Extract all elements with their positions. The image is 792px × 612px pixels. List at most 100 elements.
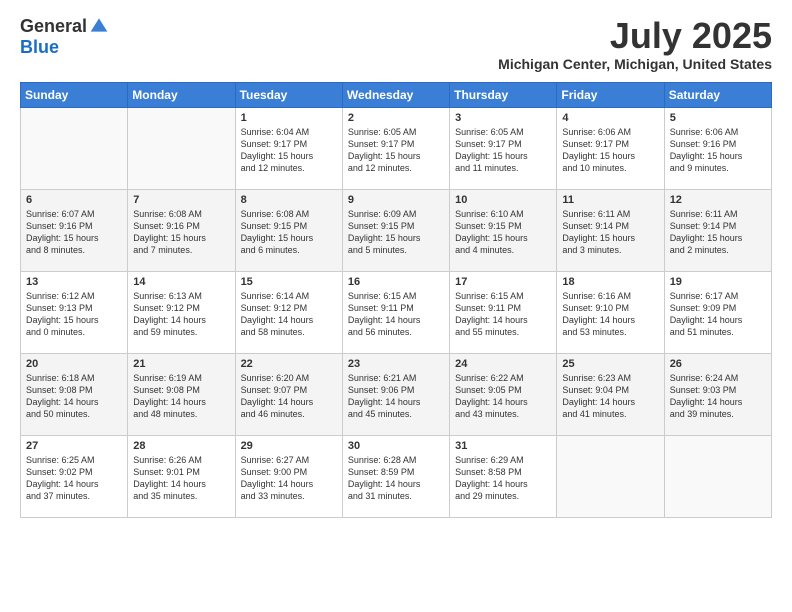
day-number: 12 xyxy=(670,194,766,206)
table-row: 23 Sunrise: 6:21 AM Sunset: 9:06 PM Dayli… xyxy=(342,353,449,435)
day-info: Sunrise: 6:20 AM Sunset: 9:07 PM Dayligh… xyxy=(241,372,337,421)
table-row: 5 Sunrise: 6:06 AM Sunset: 9:16 PM Daylig… xyxy=(664,107,771,189)
day-number: 25 xyxy=(562,358,658,370)
col-tuesday: Tuesday xyxy=(235,82,342,107)
table-row: 7 Sunrise: 6:08 AM Sunset: 9:16 PM Daylig… xyxy=(128,189,235,271)
day-info: Sunrise: 6:06 AM Sunset: 9:17 PM Dayligh… xyxy=(562,126,658,175)
day-info: Sunrise: 6:28 AM Sunset: 8:59 PM Dayligh… xyxy=(348,454,444,503)
table-row: 4 Sunrise: 6:06 AM Sunset: 9:17 PM Daylig… xyxy=(557,107,664,189)
col-friday: Friday xyxy=(557,82,664,107)
table-row: 22 Sunrise: 6:20 AM Sunset: 9:07 PM Dayli… xyxy=(235,353,342,435)
day-number: 16 xyxy=(348,276,444,288)
logo-blue: Blue xyxy=(20,37,59,58)
day-info: Sunrise: 6:25 AM Sunset: 9:02 PM Dayligh… xyxy=(26,454,122,503)
day-number: 27 xyxy=(26,440,122,452)
table-row: 6Sunrise: 6:07 AM Sunset: 9:16 PM Daylig… xyxy=(21,189,128,271)
logo-general: General xyxy=(20,16,87,37)
day-number: 17 xyxy=(455,276,551,288)
day-info: Sunrise: 6:08 AM Sunset: 9:15 PM Dayligh… xyxy=(241,208,337,257)
day-number: 21 xyxy=(133,358,229,370)
day-info: Sunrise: 6:11 AM Sunset: 9:14 PM Dayligh… xyxy=(562,208,658,257)
col-wednesday: Wednesday xyxy=(342,82,449,107)
day-info: Sunrise: 6:19 AM Sunset: 9:08 PM Dayligh… xyxy=(133,372,229,421)
table-row xyxy=(128,107,235,189)
calendar-week-row: 27 Sunrise: 6:25 AM Sunset: 9:02 PM Dayli… xyxy=(21,435,772,517)
table-row xyxy=(21,107,128,189)
day-info: Sunrise: 6:09 AM Sunset: 9:15 PM Dayligh… xyxy=(348,208,444,257)
table-row: 16 Sunrise: 6:15 AM Sunset: 9:11 PM Dayli… xyxy=(342,271,449,353)
day-number: 4 xyxy=(562,112,658,124)
day-info: Sunrise: 6:15 AM Sunset: 9:11 PM Dayligh… xyxy=(348,290,444,339)
day-number: 13 xyxy=(26,276,122,288)
col-thursday: Thursday xyxy=(450,82,557,107)
day-info: Sunrise: 6:27 AM Sunset: 9:00 PM Dayligh… xyxy=(241,454,337,503)
table-row: 13 Sunrise: 6:12 AM Sunset: 9:13 PM Dayli… xyxy=(21,271,128,353)
day-info: Sunrise: 6:18 AM Sunset: 9:08 PM Dayligh… xyxy=(26,372,122,421)
day-number: 5 xyxy=(670,112,766,124)
logo-triangle-icon xyxy=(89,15,109,35)
table-row: 14 Sunrise: 6:13 AM Sunset: 9:12 PM Dayli… xyxy=(128,271,235,353)
day-number: 26 xyxy=(670,358,766,370)
day-number: 24 xyxy=(455,358,551,370)
day-info: Sunrise: 6:13 AM Sunset: 9:12 PM Dayligh… xyxy=(133,290,229,339)
table-row: 10 Sunrise: 6:10 AM Sunset: 9:15 PM Dayli… xyxy=(450,189,557,271)
day-number: 7 xyxy=(133,194,229,206)
table-row: 29 Sunrise: 6:27 AM Sunset: 9:00 PM Dayli… xyxy=(235,435,342,517)
day-number: 22 xyxy=(241,358,337,370)
logo: General Blue xyxy=(20,16,109,58)
day-info: Sunrise: 6:08 AM Sunset: 9:16 PM Dayligh… xyxy=(133,208,229,257)
header: General Blue July 2025 Michigan Center, … xyxy=(20,16,772,72)
calendar-table: Sunday Monday Tuesday Wednesday Thursday… xyxy=(20,82,772,518)
day-number: 10 xyxy=(455,194,551,206)
table-row: 3Sunrise: 6:05 AM Sunset: 9:17 PM Daylig… xyxy=(450,107,557,189)
day-info: Sunrise: 6:23 AM Sunset: 9:04 PM Dayligh… xyxy=(562,372,658,421)
table-row: 8Sunrise: 6:08 AM Sunset: 9:15 PM Daylig… xyxy=(235,189,342,271)
day-number: 23 xyxy=(348,358,444,370)
table-row: 26 Sunrise: 6:24 AM Sunset: 9:03 PM Dayli… xyxy=(664,353,771,435)
table-row xyxy=(664,435,771,517)
page: General Blue July 2025 Michigan Center, … xyxy=(0,0,792,612)
table-row: 11Sunrise: 6:11 AM Sunset: 9:14 PM Dayli… xyxy=(557,189,664,271)
day-number: 1 xyxy=(241,112,337,124)
day-number: 3 xyxy=(455,112,551,124)
day-number: 19 xyxy=(670,276,766,288)
day-info: Sunrise: 6:07 AM Sunset: 9:16 PM Dayligh… xyxy=(26,208,122,257)
table-row: 27 Sunrise: 6:25 AM Sunset: 9:02 PM Dayli… xyxy=(21,435,128,517)
table-row: 31Sunrise: 6:29 AM Sunset: 8:58 PM Dayli… xyxy=(450,435,557,517)
day-number: 30 xyxy=(348,440,444,452)
table-row: 15 Sunrise: 6:14 AM Sunset: 9:12 PM Dayli… xyxy=(235,271,342,353)
month-title: July 2025 xyxy=(498,16,772,56)
col-saturday: Saturday xyxy=(664,82,771,107)
location: Michigan Center, Michigan, United States xyxy=(498,56,772,72)
day-number: 29 xyxy=(241,440,337,452)
calendar-week-row: 1Sunrise: 6:04 AM Sunset: 9:17 PM Daylig… xyxy=(21,107,772,189)
day-number: 20 xyxy=(26,358,122,370)
table-row: 9Sunrise: 6:09 AM Sunset: 9:15 PM Daylig… xyxy=(342,189,449,271)
day-info: Sunrise: 6:29 AM Sunset: 8:58 PM Dayligh… xyxy=(455,454,551,503)
table-row: 18 Sunrise: 6:16 AM Sunset: 9:10 PM Dayli… xyxy=(557,271,664,353)
day-number: 14 xyxy=(133,276,229,288)
day-info: Sunrise: 6:06 AM Sunset: 9:16 PM Dayligh… xyxy=(670,126,766,175)
table-row: 24 Sunrise: 6:22 AM Sunset: 9:05 PM Dayli… xyxy=(450,353,557,435)
day-info: Sunrise: 6:12 AM Sunset: 9:13 PM Dayligh… xyxy=(26,290,122,339)
day-info: Sunrise: 6:10 AM Sunset: 9:15 PM Dayligh… xyxy=(455,208,551,257)
day-number: 15 xyxy=(241,276,337,288)
day-info: Sunrise: 6:24 AM Sunset: 9:03 PM Dayligh… xyxy=(670,372,766,421)
day-number: 2 xyxy=(348,112,444,124)
day-number: 18 xyxy=(562,276,658,288)
table-row xyxy=(557,435,664,517)
day-info: Sunrise: 6:05 AM Sunset: 9:17 PM Dayligh… xyxy=(348,126,444,175)
day-number: 28 xyxy=(133,440,229,452)
table-row: 2 Sunrise: 6:05 AM Sunset: 9:17 PM Daylig… xyxy=(342,107,449,189)
day-info: Sunrise: 6:26 AM Sunset: 9:01 PM Dayligh… xyxy=(133,454,229,503)
day-info: Sunrise: 6:16 AM Sunset: 9:10 PM Dayligh… xyxy=(562,290,658,339)
day-info: Sunrise: 6:14 AM Sunset: 9:12 PM Dayligh… xyxy=(241,290,337,339)
day-info: Sunrise: 6:11 AM Sunset: 9:14 PM Dayligh… xyxy=(670,208,766,257)
calendar-week-row: 20 Sunrise: 6:18 AM Sunset: 9:08 PM Dayli… xyxy=(21,353,772,435)
table-row: 30 Sunrise: 6:28 AM Sunset: 8:59 PM Dayli… xyxy=(342,435,449,517)
table-row: 1Sunrise: 6:04 AM Sunset: 9:17 PM Daylig… xyxy=(235,107,342,189)
table-row: 19Sunrise: 6:17 AM Sunset: 9:09 PM Dayli… xyxy=(664,271,771,353)
calendar-week-row: 13 Sunrise: 6:12 AM Sunset: 9:13 PM Dayli… xyxy=(21,271,772,353)
day-info: Sunrise: 6:22 AM Sunset: 9:05 PM Dayligh… xyxy=(455,372,551,421)
day-info: Sunrise: 6:21 AM Sunset: 9:06 PM Dayligh… xyxy=(348,372,444,421)
